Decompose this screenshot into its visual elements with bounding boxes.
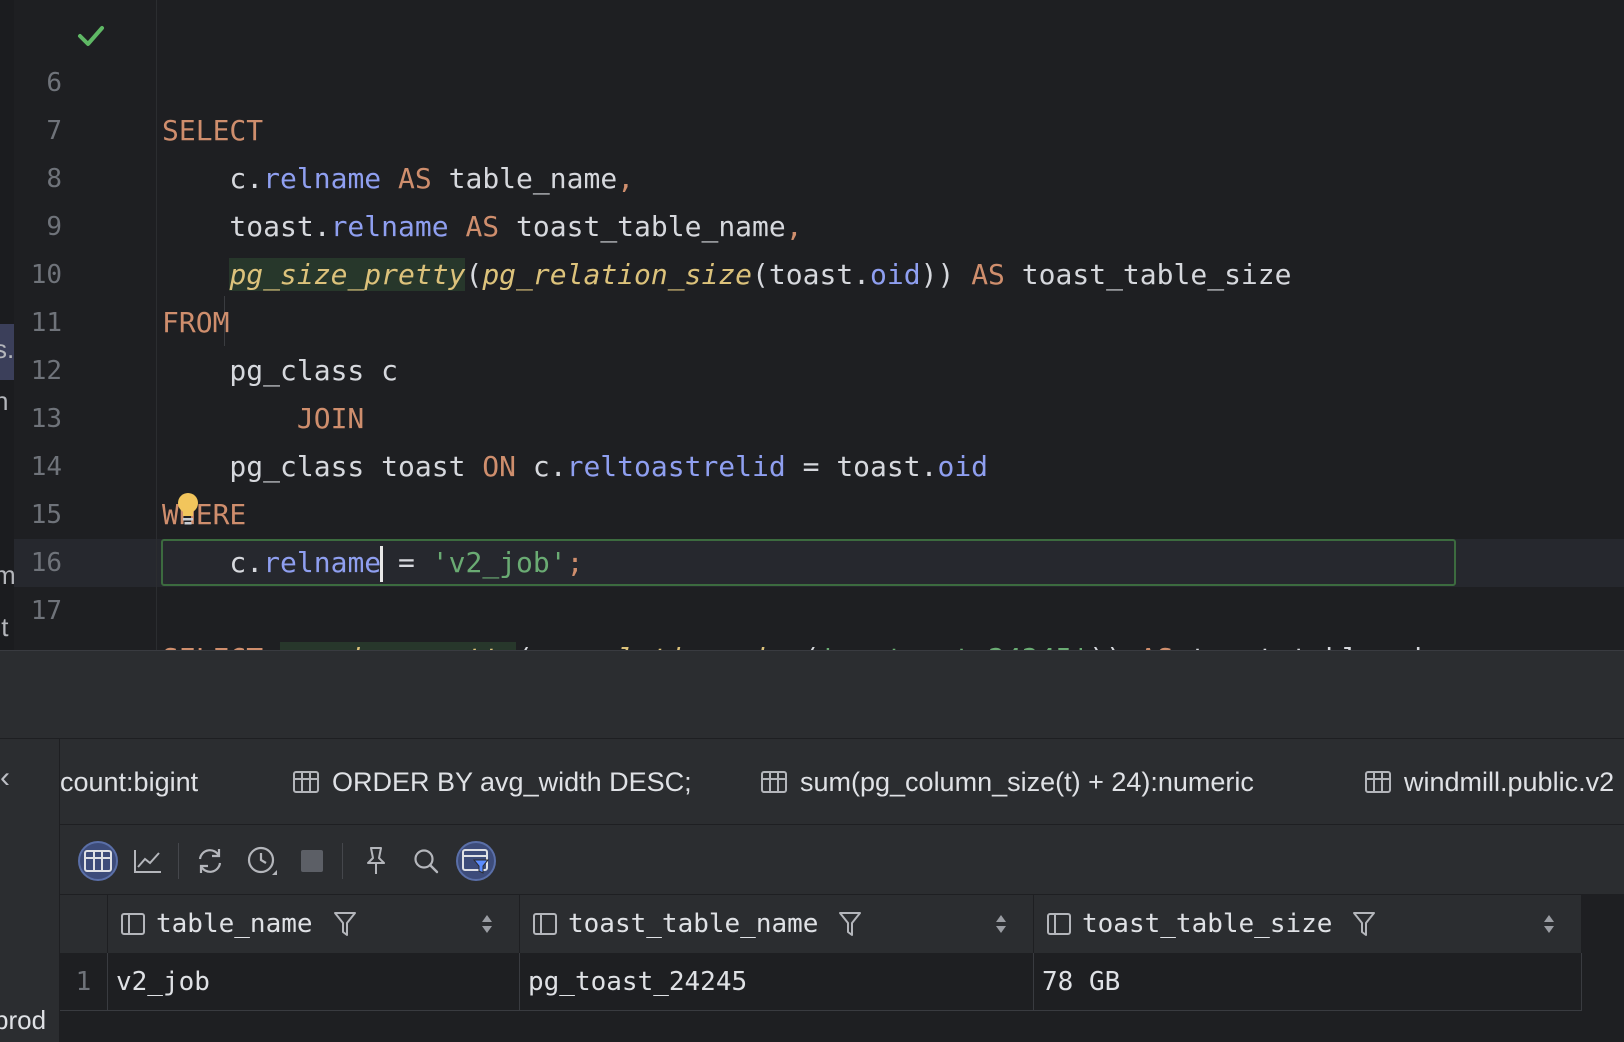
column-icon bbox=[1047, 913, 1071, 935]
sort-icon[interactable] bbox=[1543, 914, 1555, 934]
result-tab[interactable]: sum(pg_column_size(t) + 24):numeric bbox=[760, 739, 1254, 824]
stop-button[interactable] bbox=[292, 841, 332, 881]
code-line-current[interactable]: 17 SELECT pg_size_pretty(pg_relation_siz… bbox=[0, 539, 1624, 650]
code-line[interactable]: 6 SELECT bbox=[0, 11, 1624, 147]
filter-icon[interactable] bbox=[333, 911, 357, 937]
search-icon bbox=[414, 849, 439, 874]
code-line[interactable]: 10 FROM bbox=[0, 203, 1624, 339]
column-icon bbox=[121, 913, 145, 935]
result-tab[interactable]: windmill.public.v2 bbox=[1364, 739, 1615, 824]
refresh-icon bbox=[198, 849, 222, 873]
table-icon bbox=[293, 771, 319, 793]
results-panel: ‹ prod count:bigint ORDER BY avg_width D… bbox=[0, 738, 1624, 1042]
result-tab[interactable]: count:bigint bbox=[60, 739, 199, 824]
history-icon bbox=[247, 846, 277, 875]
table-row[interactable]: 1 v2_job pg_toast_24245 78 GB bbox=[60, 953, 1582, 1011]
search-button[interactable] bbox=[406, 841, 446, 881]
filter-view-icon bbox=[462, 849, 490, 874]
code-line[interactable]: 11 pg_class c bbox=[0, 251, 1624, 387]
result-grid: table_name toast_table_name toast_table_… bbox=[60, 895, 1624, 1042]
table-icon bbox=[1365, 771, 1391, 793]
toolbar-separator bbox=[342, 843, 343, 879]
column-header-label: toast_table_name bbox=[568, 909, 819, 939]
chart-view-icon bbox=[134, 850, 161, 873]
line-number: 17 bbox=[30, 596, 62, 626]
code-line[interactable]: 14 WHERE bbox=[0, 395, 1624, 531]
sort-icon[interactable] bbox=[481, 914, 493, 934]
datasource-label[interactable]: prod bbox=[0, 1005, 46, 1036]
table-view-icon bbox=[84, 850, 112, 872]
column-header[interactable]: toast_table_name bbox=[520, 895, 1034, 953]
row-number-header bbox=[60, 895, 108, 953]
keyword: SELECT bbox=[162, 642, 280, 650]
grid-header: table_name toast_table_name toast_table_… bbox=[60, 895, 1582, 953]
table-cell[interactable]: 78 GB bbox=[1034, 953, 1582, 1011]
tab-label: windmill.public.v2 bbox=[1404, 766, 1615, 797]
sql-editor[interactable]: s. n m .t 6 SELECT 7 c.relname AS table_… bbox=[0, 0, 1624, 650]
code-line[interactable]: 15 c.relname = 'v2_job'; bbox=[0, 443, 1624, 579]
column-icon bbox=[533, 913, 557, 935]
results-toolbar bbox=[60, 825, 1624, 895]
table-cell[interactable]: pg_toast_24245 bbox=[520, 953, 1034, 1011]
pin-button[interactable] bbox=[356, 841, 396, 881]
panel-left-edge: ‹ prod bbox=[0, 739, 60, 1042]
filter-icon[interactable] bbox=[1352, 911, 1376, 937]
column-header[interactable]: table_name bbox=[108, 895, 520, 953]
code-line[interactable]: 7 c.relname AS table_name, bbox=[0, 59, 1624, 195]
function-call: pg_size_pretty bbox=[280, 642, 517, 650]
stop-icon bbox=[301, 850, 323, 872]
code-text: toast_table_size bbox=[1173, 642, 1460, 650]
row-number: 1 bbox=[60, 953, 108, 1011]
code-line[interactable]: 16 bbox=[0, 491, 1624, 578]
table-icon bbox=[761, 771, 787, 793]
result-tab[interactable]: ORDER BY avg_width DESC; bbox=[292, 739, 692, 824]
table-view-button[interactable] bbox=[78, 841, 118, 881]
toolbar-separator bbox=[178, 843, 179, 879]
tab-label: sum(pg_column_size(t) + 24):numeric bbox=[800, 766, 1254, 797]
function-call: pg_relation_size bbox=[533, 642, 803, 650]
punctuation: ; bbox=[1460, 642, 1477, 650]
punctuation: )) bbox=[1089, 642, 1140, 650]
column-header-label: toast_table_size bbox=[1082, 909, 1333, 939]
string-literal: 'pg_toast_24245' bbox=[819, 642, 1089, 650]
code-line[interactable]: 9 pg_size_pretty(pg_relation_size(toast.… bbox=[0, 155, 1624, 291]
filter-view-button[interactable] bbox=[456, 841, 496, 881]
sort-icon[interactable] bbox=[995, 914, 1007, 934]
result-tabs: count:bigint ORDER BY avg_width DESC; su… bbox=[60, 739, 1624, 825]
pin-icon bbox=[367, 847, 385, 874]
punctuation: ( bbox=[516, 642, 533, 650]
collapse-icon[interactable]: ‹ bbox=[0, 761, 10, 795]
code-line[interactable]: 12 JOIN bbox=[0, 299, 1624, 435]
tab-label: ORDER BY avg_width DESC; bbox=[332, 766, 692, 797]
keyword: AS bbox=[1140, 642, 1174, 650]
filter-icon[interactable] bbox=[838, 911, 862, 937]
text-caret bbox=[380, 546, 383, 582]
chart-view-button[interactable] bbox=[128, 841, 168, 881]
column-header-label: table_name bbox=[156, 909, 313, 939]
refresh-button[interactable] bbox=[190, 841, 230, 881]
table-cell[interactable]: v2_job bbox=[108, 953, 520, 1011]
tab-label: count:bigint bbox=[60, 766, 199, 797]
history-button[interactable] bbox=[242, 841, 282, 881]
column-header[interactable]: toast_table_size bbox=[1034, 895, 1582, 953]
code-line[interactable]: 8 toast.relname AS toast_table_name, bbox=[0, 107, 1624, 243]
code-line[interactable]: 13 pg_class toast ON c.reltoastrelid = t… bbox=[0, 347, 1624, 483]
panel-splitter[interactable] bbox=[0, 650, 1624, 738]
lightbulb-icon[interactable] bbox=[176, 492, 200, 526]
punctuation: ( bbox=[803, 642, 820, 650]
